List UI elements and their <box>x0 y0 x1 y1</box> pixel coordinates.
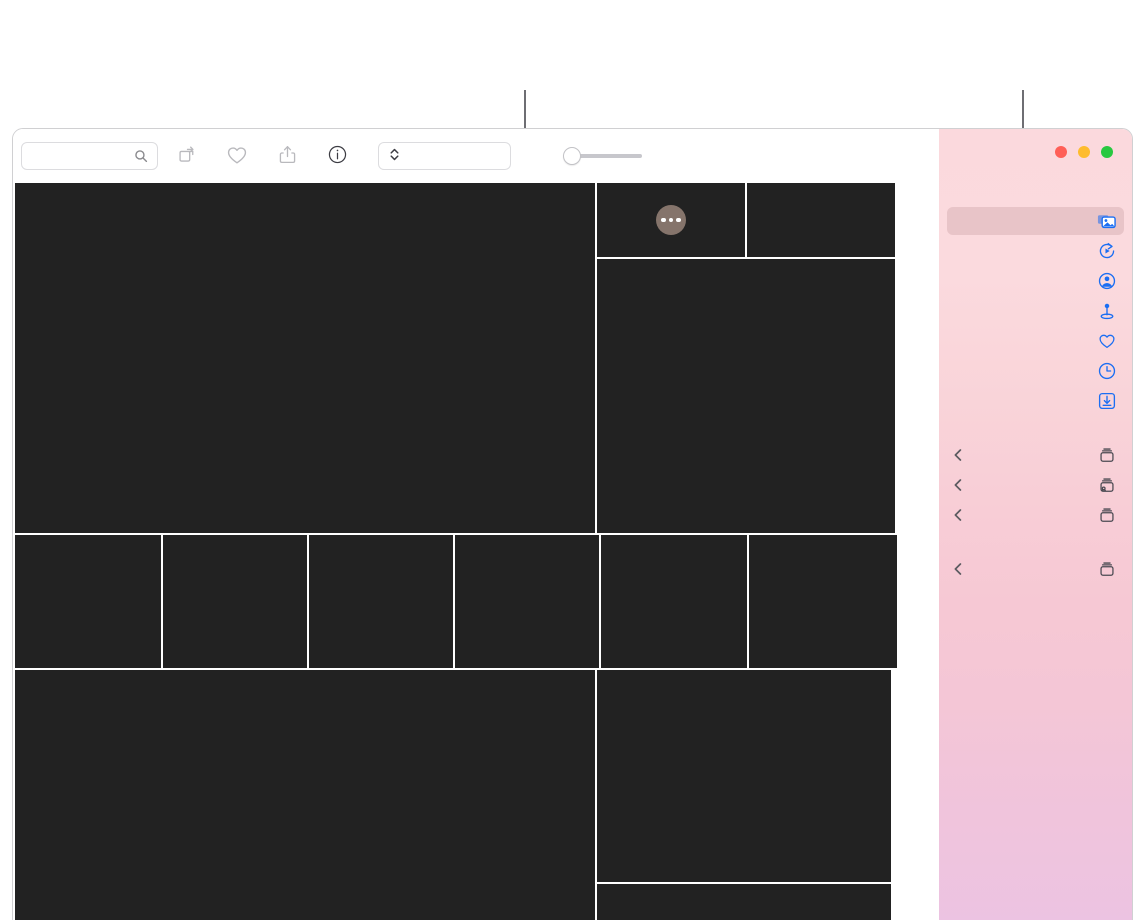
sidebar-item-imports[interactable] <box>947 387 1124 415</box>
toolbar-button-group <box>168 141 356 171</box>
sidebar-section-projects-title <box>939 549 1132 553</box>
sidebar-item-memories[interactable] <box>947 237 1124 265</box>
library-icon <box>1097 212 1116 231</box>
sidebar <box>939 129 1132 920</box>
view-mode-select[interactable] <box>378 142 511 170</box>
search-icon <box>134 149 148 163</box>
favorite-button[interactable] <box>218 141 256 171</box>
grid-row <box>15 183 937 533</box>
chevron-left-icon <box>953 479 963 491</box>
album-icon <box>1097 560 1116 579</box>
photo-thumb[interactable] <box>749 535 897 668</box>
import-icon <box>1097 392 1116 411</box>
photo-thumb[interactable] <box>597 183 745 257</box>
close-button[interactable] <box>1055 146 1067 158</box>
photo-thumb[interactable] <box>15 670 595 920</box>
photo-hero[interactable] <box>15 183 595 533</box>
chevron-left-icon <box>953 449 963 461</box>
sidebar-item-shared-albums[interactable] <box>947 471 1124 499</box>
sidebar-section-photos-title <box>939 201 1132 205</box>
heart-icon <box>226 144 248 169</box>
places-icon <box>1097 302 1116 321</box>
people-icon <box>1097 272 1116 291</box>
photos-window <box>12 128 1133 920</box>
more-options-icon[interactable] <box>656 205 686 235</box>
info-icon <box>327 144 348 168</box>
sidebar-item-favorites[interactable] <box>947 327 1124 355</box>
photo-grid[interactable] <box>13 183 939 920</box>
photo-thumb[interactable] <box>597 670 891 882</box>
photo-thumb[interactable] <box>309 535 453 668</box>
zoom-slider-group <box>551 147 661 165</box>
minimize-button[interactable] <box>1078 146 1090 158</box>
toolbar <box>13 129 939 183</box>
photo-thumb[interactable] <box>597 259 895 533</box>
album-icon <box>1097 506 1116 525</box>
sidebar-item-places[interactable] <box>947 297 1124 325</box>
window-controls <box>939 129 1132 158</box>
sidebar-section-albums-title <box>939 435 1132 439</box>
rotate-icon <box>177 144 198 168</box>
shared-album-icon <box>1097 476 1116 495</box>
photo-thumb[interactable] <box>747 183 895 257</box>
photo-thumb[interactable] <box>597 884 891 920</box>
photo-thumb[interactable] <box>601 535 747 668</box>
zoom-slider[interactable] <box>563 147 642 165</box>
zoom-button[interactable] <box>1101 146 1113 158</box>
zoom-slider-thumb[interactable] <box>563 147 581 165</box>
clock-icon <box>1097 362 1116 381</box>
grid-row <box>15 670 937 920</box>
chevron-left-icon <box>953 563 963 575</box>
share-button[interactable] <box>268 141 306 171</box>
info-button[interactable] <box>318 141 356 171</box>
stepper-icon <box>389 146 400 166</box>
search-input[interactable] <box>38 148 128 164</box>
share-icon <box>277 144 298 168</box>
rotate-button[interactable] <box>168 141 206 171</box>
photo-thumb[interactable] <box>163 535 307 668</box>
grid-row <box>15 535 937 668</box>
grid-row <box>597 183 895 257</box>
sidebar-item-library[interactable] <box>947 207 1124 235</box>
album-icon <box>1097 446 1116 465</box>
photo-thumb[interactable] <box>15 535 161 668</box>
sidebar-item-people[interactable] <box>947 267 1124 295</box>
memories-icon <box>1097 242 1116 261</box>
sidebar-item-media-types[interactable] <box>947 441 1124 469</box>
search-field[interactable] <box>21 142 158 170</box>
sidebar-item-recents[interactable] <box>947 357 1124 385</box>
chevron-left-icon <box>953 509 963 521</box>
heart-icon <box>1097 332 1116 351</box>
photo-thumb[interactable] <box>455 535 599 668</box>
sidebar-item-my-albums[interactable] <box>947 501 1124 529</box>
sidebar-item-my-projects[interactable] <box>947 555 1124 583</box>
